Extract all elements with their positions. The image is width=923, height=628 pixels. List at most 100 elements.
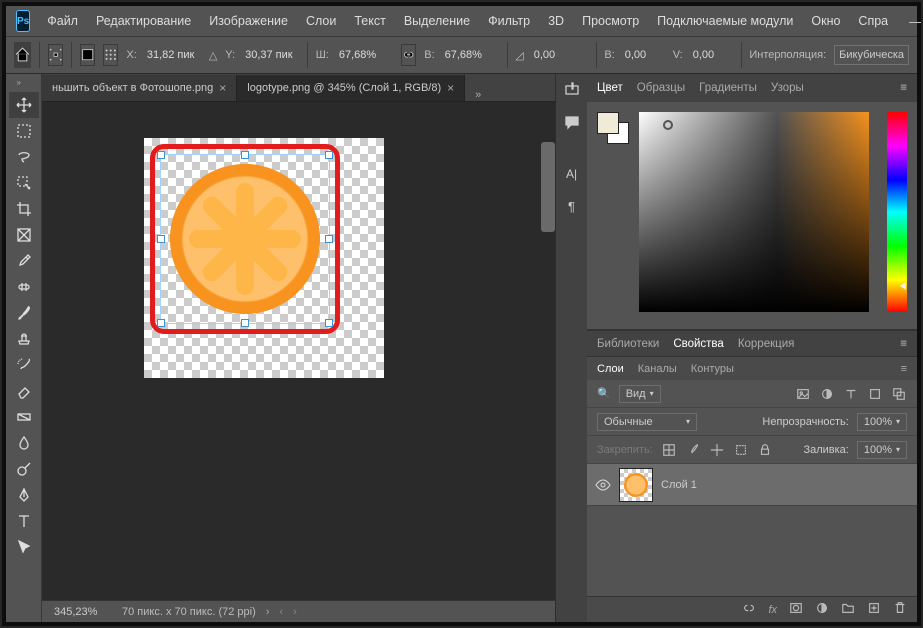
adjustment-layer-icon[interactable] (815, 601, 829, 618)
transform-bounding-box[interactable] (160, 154, 330, 324)
menu-layer[interactable]: Слои (299, 10, 343, 32)
info-flyout-icon[interactable]: › (266, 606, 270, 618)
tab-layers[interactable]: Слои (597, 363, 624, 375)
foreground-color-swatch[interactable] (597, 112, 619, 134)
w-field[interactable] (337, 46, 393, 64)
tab-channels[interactable]: Каналы (638, 363, 677, 375)
zoom-field[interactable] (52, 605, 112, 619)
status-nav-left-icon[interactable]: ‹ (279, 606, 283, 618)
hskew-field[interactable] (623, 46, 665, 64)
pen-tool[interactable] (9, 482, 39, 508)
close-icon[interactable]: × (219, 81, 226, 95)
filter-adjust-icon[interactable] (819, 386, 835, 402)
filter-smart-icon[interactable] (891, 386, 907, 402)
panel-menu-icon[interactable]: ≡ (901, 363, 907, 375)
color-field[interactable] (639, 112, 869, 312)
menu-edit[interactable]: Редактирование (89, 10, 198, 32)
move-tool[interactable] (9, 92, 39, 118)
tab-gradients[interactable]: Градиенты (699, 82, 757, 94)
marquee-tool[interactable] (9, 118, 39, 144)
layer-filter-dropdown[interactable]: Вид▾ (619, 385, 661, 403)
search-icon[interactable]: 🔍 (597, 387, 611, 400)
menu-file[interactable]: Файл (40, 10, 85, 32)
reference-point-icon[interactable] (80, 44, 95, 66)
menu-type[interactable]: Текст (347, 10, 392, 32)
lock-position-icon[interactable] (709, 442, 725, 458)
angle-field[interactable] (532, 46, 588, 64)
panel-menu-icon[interactable]: ≡ (900, 82, 907, 94)
eraser-tool[interactable] (9, 378, 39, 404)
menu-filter[interactable]: Фильтр (481, 10, 537, 32)
lasso-tool[interactable] (9, 144, 39, 170)
group-icon[interactable] (841, 601, 855, 618)
path-select-tool[interactable] (9, 534, 39, 560)
history-brush-tool[interactable] (9, 352, 39, 378)
minimize-button[interactable]: — (895, 7, 923, 35)
link-layers-icon[interactable] (742, 601, 756, 618)
tab-libraries[interactable]: Библиотеки (597, 338, 659, 350)
status-nav-right-icon[interactable]: › (293, 606, 297, 618)
tab-adjustments[interactable]: Коррекция (738, 338, 795, 350)
layer-fx-icon[interactable]: fx (768, 604, 777, 616)
layer-row[interactable]: Слой 1 (587, 464, 917, 506)
tab-doc-1[interactable]: ньшить объект в Фотошопе.png× (42, 75, 237, 101)
paragraph-panel-icon[interactable]: ¶ (559, 194, 585, 218)
lock-all-icon[interactable] (757, 442, 773, 458)
lock-trans-icon[interactable] (661, 442, 677, 458)
transform-origin-icon[interactable] (48, 44, 63, 66)
fg-bg-swatch[interactable] (597, 112, 629, 144)
tab-paths[interactable]: Контуры (691, 363, 734, 375)
home-button[interactable] (14, 42, 31, 68)
link-wh-icon[interactable] (401, 44, 416, 66)
character-panel-icon[interactable]: A| (559, 162, 585, 186)
hue-slider[interactable] (887, 112, 907, 312)
reference-grid-icon[interactable] (103, 44, 118, 66)
vertical-scrollbar[interactable] (541, 142, 555, 232)
x-field[interactable] (145, 46, 201, 64)
menu-view[interactable]: Просмотр (575, 10, 646, 32)
quick-select-tool[interactable] (9, 170, 39, 196)
interpolation-dropdown[interactable]: Бикубическа (834, 45, 909, 65)
crop-tool[interactable] (9, 196, 39, 222)
tab-swatches[interactable]: Образцы (637, 82, 685, 94)
brush-tool[interactable] (9, 300, 39, 326)
lock-image-icon[interactable] (685, 442, 701, 458)
delete-icon[interactable] (893, 601, 907, 618)
tab-doc-2[interactable]: logotype.png @ 345% (Слой 1, RGB/8)× (237, 75, 465, 101)
tab-patterns[interactable]: Узоры (771, 82, 804, 94)
menu-select[interactable]: Выделение (397, 10, 477, 32)
h-field[interactable] (443, 46, 499, 64)
menu-plugins[interactable]: Подключаемые модули (650, 10, 800, 32)
blur-tool[interactable] (9, 430, 39, 456)
dodge-tool[interactable] (9, 456, 39, 482)
fill-field[interactable]: 100%▾ (857, 441, 907, 459)
document-canvas[interactable] (144, 138, 384, 378)
healing-brush-tool[interactable] (9, 274, 39, 300)
layer-name[interactable]: Слой 1 (661, 479, 697, 491)
blend-mode-dropdown[interactable]: Обычные▾ (597, 413, 697, 431)
canvas-area[interactable] (42, 102, 555, 600)
learn-panel-icon[interactable] (559, 78, 585, 102)
tab-color[interactable]: Цвет (597, 82, 623, 94)
vskew-field[interactable] (691, 46, 733, 64)
delta-icon[interactable]: △ (209, 49, 217, 62)
lock-artboard-icon[interactable] (733, 442, 749, 458)
color-cursor[interactable] (663, 120, 673, 130)
menu-window[interactable]: Окно (804, 10, 847, 32)
type-tool[interactable] (9, 508, 39, 534)
filter-type-icon[interactable] (843, 386, 859, 402)
eyedropper-tool[interactable] (9, 248, 39, 274)
menu-image[interactable]: Изображение (202, 10, 295, 32)
filter-shape-icon[interactable] (867, 386, 883, 402)
visibility-icon[interactable] (595, 477, 611, 493)
layer-mask-icon[interactable] (789, 601, 803, 618)
gradient-tool[interactable] (9, 404, 39, 430)
y-field[interactable] (243, 46, 299, 64)
menu-3d[interactable]: 3D (541, 10, 571, 32)
frame-tool[interactable] (9, 222, 39, 248)
clone-stamp-tool[interactable] (9, 326, 39, 352)
tab-properties[interactable]: Свойства (673, 338, 724, 350)
opacity-field[interactable]: 100%▾ (857, 413, 907, 431)
tabs-overflow-icon[interactable]: » (465, 89, 491, 101)
comments-panel-icon[interactable] (559, 110, 585, 134)
